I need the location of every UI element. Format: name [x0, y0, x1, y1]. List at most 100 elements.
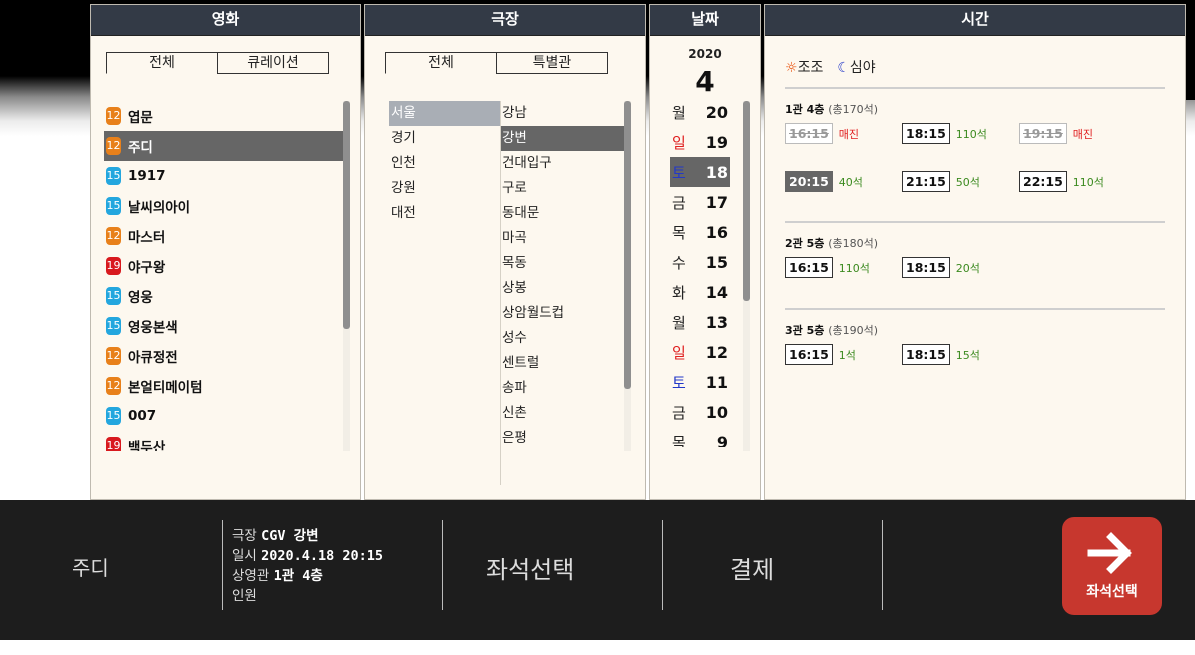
showtime: 21:15 [902, 171, 950, 192]
movie-title: 날씨의아이 [128, 200, 191, 216]
day-number: 12 [705, 342, 728, 362]
day-item[interactable]: 토 11 [670, 367, 730, 397]
movie-item[interactable]: 19 백두산 [104, 431, 344, 451]
movie-item[interactable]: 15 영웅 [104, 281, 344, 311]
movie-list: 12 엽문 12 주디 15 1917 15 날씨의아이 12 마스터 19 야구왕 15 영웅 15 영웅본… [104, 101, 344, 451]
region-item[interactable]: 강원 [389, 176, 501, 201]
tab-all-theaters[interactable]: 전체 [385, 52, 497, 74]
step-payment: 결제 [730, 556, 775, 584]
tab-curation[interactable]: 큐레이션 [217, 52, 329, 74]
showtime-slot: 16:15 매진 [785, 123, 859, 144]
showtime: 16:15 [785, 123, 833, 144]
theater-item[interactable]: 송파 [501, 376, 624, 401]
showtime-slot[interactable]: 18:15 110석 [902, 123, 987, 144]
tab-all-movies[interactable]: 전체 [106, 52, 218, 74]
summary-bar: 주디 극장 CGV 강변 일시 2020.4.18 20:15 상영관 1관 4… [0, 500, 1195, 640]
theater-item[interactable]: 강변 [501, 126, 624, 151]
night-label: 심야 [849, 60, 876, 76]
day-of-week: 화 [672, 283, 686, 302]
movie-item[interactable]: 19 야구왕 [104, 251, 344, 281]
morning-legend: ☼조조 [785, 57, 823, 77]
movie-item[interactable]: 12 본얼티메이텀 [104, 371, 344, 401]
theater-scrollbar-thumb[interactable] [624, 101, 631, 389]
divider [442, 520, 443, 610]
theater-item[interactable]: 구로 [501, 176, 624, 201]
region-item[interactable]: 인천 [389, 151, 501, 176]
showtime-slot[interactable]: 18:15 20석 [902, 257, 980, 278]
day-item[interactable]: 월 20 [670, 97, 730, 127]
next-button-label: 좌석선택 [1086, 584, 1138, 600]
showtime-slot[interactable]: 18:15 15석 [902, 344, 980, 365]
showtime-slot[interactable]: 16:15 110석 [785, 257, 870, 278]
movie-scrollbar-thumb[interactable] [343, 101, 350, 329]
region-list: 서울 경기 인천 강원 대전 [389, 101, 501, 226]
theater-item[interactable]: 성수 [501, 326, 624, 351]
day-item[interactable]: 목 16 [670, 217, 730, 247]
theater-item[interactable]: 건대입구 [501, 151, 624, 176]
day-of-week: 금 [672, 403, 686, 422]
theater-item[interactable]: 상암월드컵 [501, 301, 624, 326]
day-number: 20 [705, 102, 728, 122]
day-number: 16 [705, 222, 728, 242]
day-item[interactable]: 일 19 [670, 127, 730, 157]
movie-title: 영웅본색 [128, 320, 178, 336]
theater-scrollbar[interactable] [624, 101, 631, 451]
day-item[interactable]: 화 14 [670, 277, 730, 307]
day-item[interactable]: 일 12 [670, 337, 730, 367]
movie-item[interactable]: 12 엽문 [104, 101, 344, 131]
day-number: 11 [705, 372, 728, 392]
showtime-slot[interactable]: 20:15 40석 [785, 171, 863, 192]
day-of-week: 수 [672, 253, 686, 272]
day-item[interactable]: 토 18 [670, 157, 730, 187]
next-seat-select-button[interactable]: 좌석선택 [1062, 517, 1162, 615]
region-item[interactable]: 대전 [389, 201, 501, 226]
region-item[interactable]: 서울 [389, 101, 501, 126]
day-item[interactable]: 금 17 [670, 187, 730, 217]
seat-count: 110석 [955, 127, 987, 141]
seat-count: 매진 [838, 127, 860, 141]
day-item[interactable]: 수 15 [670, 247, 730, 277]
showtime-slot: 19:15 매진 [1019, 123, 1093, 144]
showtime: 18:15 [902, 123, 950, 144]
day-item[interactable]: 월 13 [670, 307, 730, 337]
movie-item[interactable]: 15 영웅본색 [104, 311, 344, 341]
rating-badge: 15 [106, 407, 121, 425]
movie-item[interactable]: 12 주디 [104, 131, 344, 161]
rating-badge: 19 [106, 437, 121, 451]
movie-item[interactable]: 12 아큐정전 [104, 341, 344, 371]
hall-capacity: (총190석) [828, 324, 879, 337]
showtime-slot[interactable]: 21:15 50석 [902, 171, 980, 192]
movie-item[interactable]: 12 마스터 [104, 221, 344, 251]
time-legend: ☼조조 ☾심야 [785, 57, 876, 77]
seat-count: 50석 [955, 175, 980, 189]
day-item[interactable]: 목9 [670, 427, 730, 448]
showtime-slot[interactable]: 22:15 110석 [1019, 171, 1104, 192]
date-scrollbar-thumb[interactable] [743, 101, 750, 301]
hall-title: 1관 4층 (총170석) [785, 101, 1165, 117]
theater-item[interactable]: 동대문 [501, 201, 624, 226]
theater-item[interactable]: 신촌 [501, 401, 624, 426]
movie-item[interactable]: 15 날씨의아이 [104, 191, 344, 221]
summary-movie: 주디 [72, 556, 109, 580]
right-edge [1186, 0, 1195, 100]
movie-item[interactable]: 15 1917 [104, 161, 344, 191]
theater-item[interactable]: 상봉 [501, 276, 624, 301]
theater-item[interactable]: 은평 [501, 426, 624, 451]
movie-scrollbar[interactable] [343, 101, 350, 451]
showtime: 16:15 [785, 257, 833, 278]
showtime-slot[interactable]: 16:15 1석 [785, 344, 856, 365]
theater-item[interactable]: 마곡 [501, 226, 624, 251]
movie-title: 본얼티메이텀 [128, 380, 203, 396]
region-item[interactable]: 경기 [389, 126, 501, 151]
movie-item[interactable]: 15 007 [104, 401, 344, 431]
summary-theater-row: 극장 CGV 강변 [232, 526, 383, 546]
day-of-week: 금 [672, 193, 686, 212]
night-legend: ☾심야 [837, 57, 875, 77]
tab-special-theaters[interactable]: 특별관 [496, 52, 608, 74]
day-item[interactable]: 금 10 [670, 397, 730, 427]
theater-item[interactable]: 센트럴 [501, 351, 624, 376]
theater-item[interactable]: 목동 [501, 251, 624, 276]
date-scrollbar[interactable] [743, 101, 750, 451]
movie-title: 주디 [128, 140, 153, 156]
theater-item[interactable]: 강남 [501, 101, 624, 126]
